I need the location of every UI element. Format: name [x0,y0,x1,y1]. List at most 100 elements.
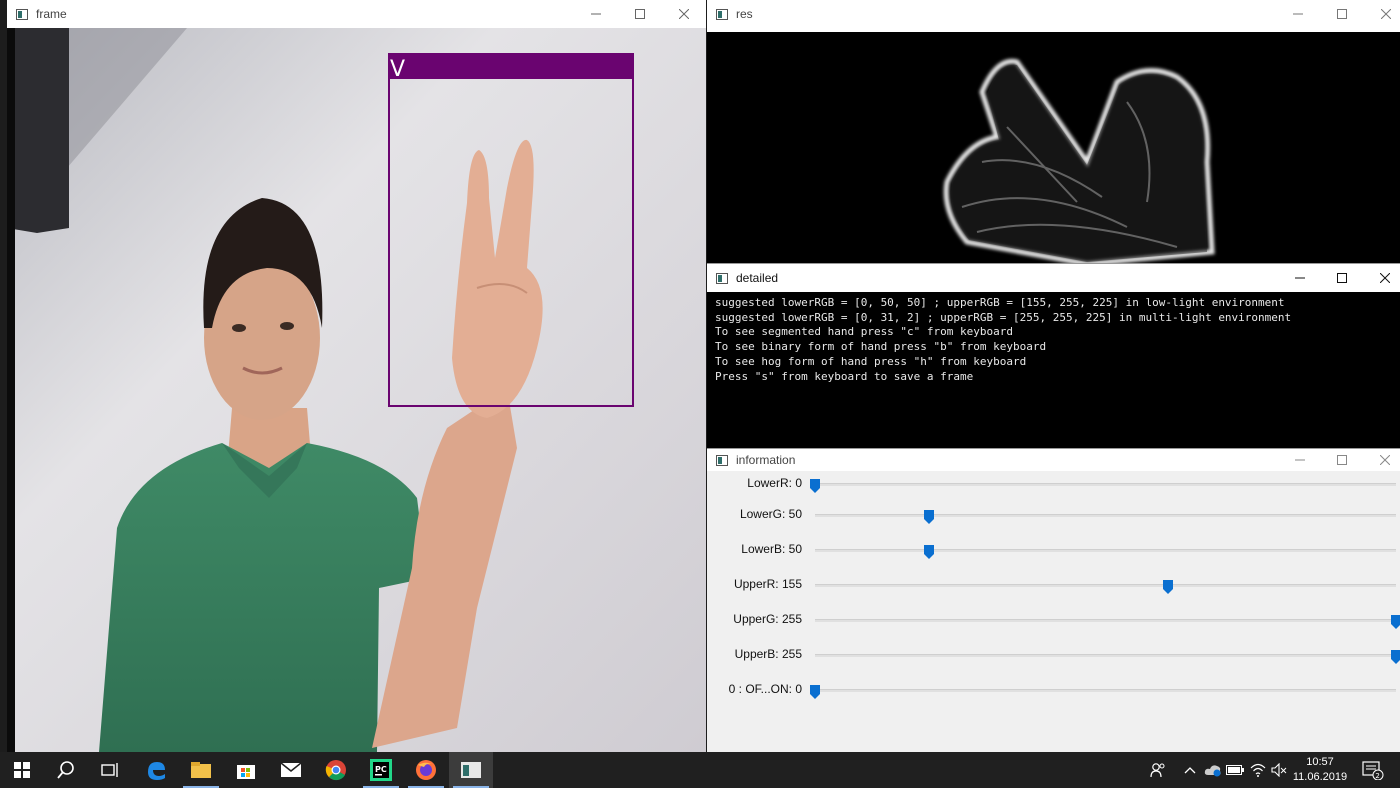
frame-window: frame [7,0,706,752]
app-window-icon [460,761,482,779]
instruction-line: To see binary form of hand press "b" fro… [715,340,1392,355]
close-icon[interactable] [1363,449,1400,471]
trackbar-label: UpperB: 255 [735,647,802,661]
trackbar-label: LowerG: 50 [740,507,802,521]
trackbar-label: UpperR: 155 [734,577,802,591]
notification-center-button[interactable]: 2 [1358,752,1388,788]
close-icon[interactable] [1363,264,1400,292]
window-title: frame [36,7,67,21]
minimize-icon[interactable] [1278,449,1322,471]
segmented-hand-image [707,32,1400,264]
maximize-icon[interactable] [1320,449,1364,471]
trackbar-label: UpperG: 255 [733,612,802,626]
trackbar-thumb[interactable] [810,479,820,493]
instruction-line: suggested lowerRGB = [0, 31, 2] ; upperR… [715,311,1392,326]
trackbar-thumb[interactable] [924,510,934,524]
chevron-up-icon[interactable] [1180,752,1200,788]
instruction-line: To see hog form of hand press "h" from k… [715,355,1392,370]
taskbar-clock[interactable]: 10:57 11.06.2019 [1290,755,1350,785]
firefox-icon [415,759,437,781]
store-bag-icon [235,760,257,780]
trackbar-groove[interactable] [815,584,1396,587]
start-button[interactable] [0,752,44,788]
close-icon[interactable] [1364,0,1400,28]
close-icon[interactable] [662,0,706,28]
instruction-line: To see segmented hand press "c" from key… [715,325,1392,340]
people-icon[interactable] [1146,752,1170,788]
frame-titlebar[interactable]: frame [7,0,706,28]
trackbar-upper-r: UpperR: 155 [707,574,1400,604]
maximize-icon[interactable] [1320,264,1364,292]
window-title: information [736,453,795,467]
trackbar-label: LowerB: 50 [741,542,802,556]
instruction-line: suggested lowerRGB = [0, 50, 50] ; upper… [715,296,1392,311]
detailed-window: detailed suggested lowerRGB = [0, 50, 50… [707,263,1400,449]
edge-taskbar-button[interactable] [134,752,178,788]
trackbar-thumb[interactable] [1391,615,1400,629]
minimize-icon[interactable] [1276,0,1320,28]
chrome-icon [325,759,347,781]
windows-start-icon [14,762,30,778]
volume-muted-icon[interactable] [1268,752,1290,788]
trackbar-label: LowerR: 0 [747,476,802,490]
instructions-panel: suggested lowerRGB = [0, 50, 50] ; upper… [707,292,1400,449]
trackbar-thumb[interactable] [810,685,820,699]
chrome-taskbar-button[interactable] [314,752,358,788]
window-title: detailed [736,271,778,285]
trackbar-panel: LowerR: 0 LowerG: 50 LowerB: 50 UpperR: … [707,471,1400,752]
pycharm-taskbar-button[interactable]: PC [359,752,403,788]
trackbar-lower-g: LowerG: 50 [707,504,1400,534]
trackbar-upper-g: UpperG: 255 [707,609,1400,639]
trackbar-groove[interactable] [815,654,1396,657]
camera-frame: V [7,28,706,752]
res-window: res [707,0,1400,264]
window-title: res [736,7,753,21]
trackbar-thumb[interactable] [1391,650,1400,664]
maximize-icon[interactable] [618,0,662,28]
battery-icon[interactable] [1224,752,1246,788]
python-window-taskbar-button[interactable] [449,752,493,788]
app-icon [716,273,728,284]
trackbar-groove[interactable] [815,514,1396,517]
trackbar-groove[interactable] [815,549,1396,552]
firefox-taskbar-button[interactable] [404,752,448,788]
maximize-icon[interactable] [1320,0,1364,28]
desktop: frame [0,0,1400,788]
task-view-icon [101,762,119,778]
mail-icon [280,762,302,778]
webcam-image: V [7,28,706,752]
edge-icon [145,759,167,781]
svg-text:PC: PC [375,765,387,774]
minimize-icon[interactable] [574,0,618,28]
information-titlebar[interactable]: information [707,449,1400,471]
app-icon [716,455,728,466]
mail-taskbar-button[interactable] [269,752,313,788]
trackbar-groove[interactable] [815,619,1396,622]
instruction-line: Press "s" from keyboard to save a frame [715,370,1392,385]
task-view-button[interactable] [88,752,132,788]
wifi-icon[interactable] [1247,752,1269,788]
app-icon [716,9,728,20]
trackbar-groove[interactable] [815,689,1396,692]
hog-hand-image [707,32,1400,264]
trackbar-thumb[interactable] [1163,580,1173,594]
clock-date: 11.06.2019 [1290,770,1350,785]
trackbar-on-off: 0 : OF...ON: 0 [707,679,1400,709]
notification-icon: 2 [1362,760,1384,780]
information-window: information LowerR: 0 LowerG: 50 LowerB:… [707,448,1400,752]
file-explorer-taskbar-button[interactable] [179,752,223,788]
prediction-label: V [390,57,405,82]
trackbar-upper-b: UpperB: 255 [707,644,1400,674]
trackbar-lower-r: LowerR: 0 [707,473,1400,503]
trackbar-lower-b: LowerB: 50 [707,539,1400,569]
minimize-icon[interactable] [1278,264,1322,292]
trackbar-label: 0 : OF...ON: 0 [729,682,802,696]
res-titlebar[interactable]: res [707,0,1400,28]
onedrive-sync-icon[interactable] [1202,752,1224,788]
trackbar-thumb[interactable] [924,545,934,559]
trackbar-groove[interactable] [815,483,1396,486]
app-icon [16,9,28,20]
store-taskbar-button[interactable] [224,752,268,788]
search-button[interactable] [44,752,88,788]
detailed-titlebar[interactable]: detailed [707,264,1400,292]
